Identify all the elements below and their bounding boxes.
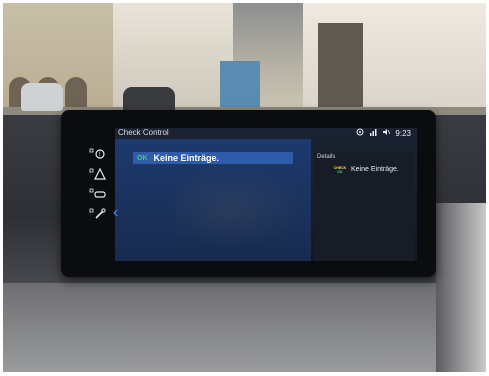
- svg-text:!: !: [99, 152, 101, 158]
- infotainment-display: ! Check Control 9:23 OK Keine Einträge. …: [61, 110, 436, 277]
- list-item[interactable]: OK Keine Einträge.: [133, 152, 293, 164]
- car-service-icon[interactable]: [89, 188, 107, 200]
- arch: [65, 77, 87, 107]
- details-title: Details: [317, 154, 336, 160]
- triangle-warning-icon[interactable]: [89, 167, 107, 180]
- details-panel: Details CHECK OK Keine Einträge.: [314, 152, 414, 261]
- clock-time: 9:23: [395, 128, 411, 138]
- status-bar: 9:23: [356, 128, 411, 138]
- details-text: Keine Einträge.: [351, 166, 399, 173]
- badge-bottom-text: OK: [337, 170, 343, 174]
- door-panel: [436, 203, 486, 372]
- brake-warning-icon[interactable]: !: [89, 148, 107, 160]
- speaker-mute-icon: [382, 128, 391, 138]
- blue-container: [220, 61, 260, 113]
- check-ok-icon: CHECK OK: [332, 166, 348, 176]
- dashboard-lower: [3, 283, 486, 372]
- side-icon-column: !: [89, 148, 107, 220]
- parked-car-white: [21, 83, 63, 111]
- page-title: Check Control: [118, 128, 169, 137]
- media-target-icon: [356, 128, 364, 138]
- phone-signal-icon: [369, 128, 377, 138]
- chevron-left-icon[interactable]: ‹: [113, 204, 118, 222]
- photo: ! Check Control 9:23 OK Keine Einträge. …: [3, 3, 486, 372]
- status-badge: OK: [137, 154, 148, 162]
- screen-reflection: [175, 163, 315, 253]
- wrench-service-icon[interactable]: [89, 208, 107, 220]
- list-item-label: Keine Einträge.: [153, 153, 220, 163]
- building-door: [318, 23, 363, 118]
- screen-content: Check Control 9:23 OK Keine Einträge. ‹: [113, 128, 417, 261]
